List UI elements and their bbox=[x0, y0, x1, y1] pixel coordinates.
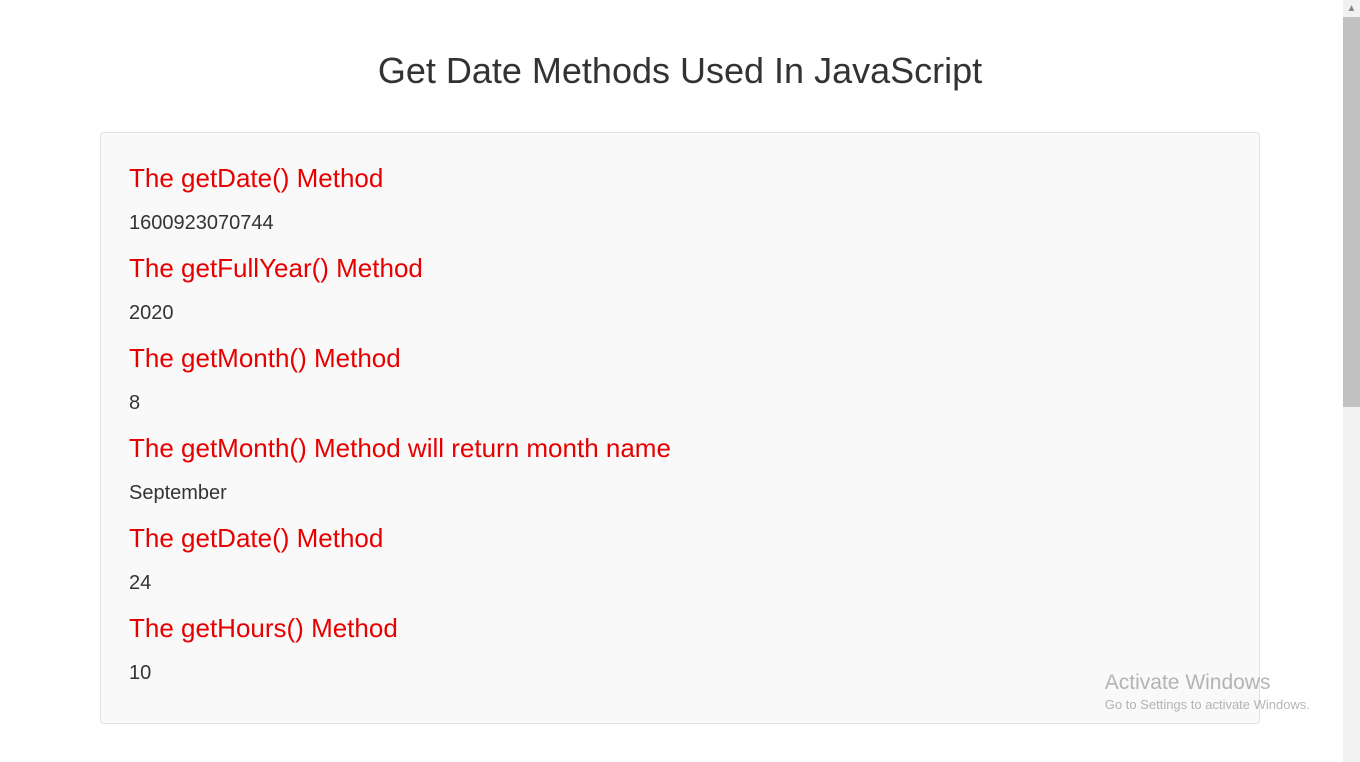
page-container: Get Date Methods Used In JavaScript The … bbox=[0, 0, 1360, 724]
method-value-getmonth-name: September bbox=[129, 482, 1231, 505]
method-heading-getmonth-name: The getMonth() Method will return month … bbox=[129, 433, 1231, 464]
page-title: Get Date Methods Used In JavaScript bbox=[100, 50, 1260, 92]
scrollbar-thumb[interactable] bbox=[1343, 17, 1360, 407]
method-heading-getdate-time: The getDate() Method bbox=[129, 163, 1231, 194]
windows-activation-watermark: Activate Windows Go to Settings to activ… bbox=[1105, 671, 1310, 712]
scrollbar-up-arrow-icon[interactable]: ▲ bbox=[1343, 0, 1360, 17]
method-value-getdate-time: 1600923070744 bbox=[129, 212, 1231, 235]
method-heading-getfullyear: The getFullYear() Method bbox=[129, 253, 1231, 284]
watermark-title: Activate Windows bbox=[1105, 671, 1310, 695]
method-heading-getdate: The getDate() Method bbox=[129, 523, 1231, 554]
method-value-getdate: 24 bbox=[129, 572, 1231, 595]
method-value-getmonth: 8 bbox=[129, 392, 1231, 415]
method-value-gethours: 10 bbox=[129, 662, 1231, 685]
method-heading-getmonth: The getMonth() Method bbox=[129, 343, 1231, 374]
watermark-subtitle: Go to Settings to activate Windows. bbox=[1105, 697, 1310, 712]
scrollbar-track[interactable]: ▲ bbox=[1343, 0, 1360, 762]
method-heading-gethours: The getHours() Method bbox=[129, 613, 1231, 644]
content-box: The getDate() Method 1600923070744 The g… bbox=[100, 132, 1260, 724]
method-value-getfullyear: 2020 bbox=[129, 302, 1231, 325]
